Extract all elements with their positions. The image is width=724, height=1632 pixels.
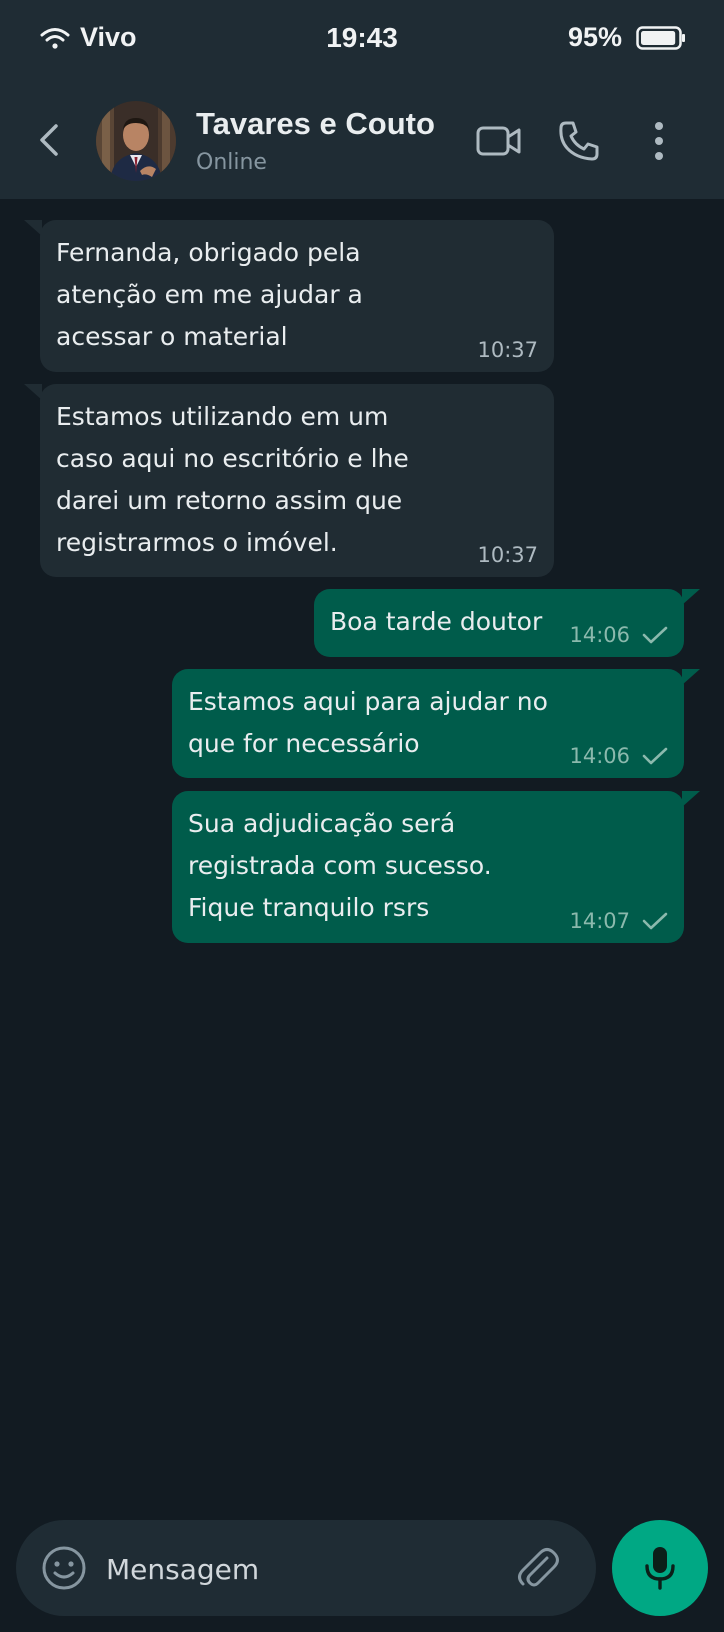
message-text: Sua adjudicação será registrada com suce…: [188, 809, 492, 922]
emoji-icon[interactable]: [40, 1544, 88, 1592]
message-time: 14:06: [569, 744, 630, 768]
message-input[interactable]: [104, 1540, 498, 1598]
contact-name[interactable]: Tavares e Couto: [196, 106, 435, 142]
message-meta: 14:06: [569, 744, 668, 768]
chat-header: Tavares e Couto Online: [0, 82, 724, 199]
check-icon: [642, 912, 668, 930]
message-time: 14:06: [569, 623, 630, 647]
bubble-tail: [682, 669, 700, 685]
message-outgoing[interactable]: Estamos aqui para ajudar no que for nece…: [172, 669, 700, 778]
message-time: 10:37: [477, 338, 538, 362]
status-right: 95%: [568, 22, 686, 53]
message-text: Fernanda, obrigado pela atenção em me aj…: [56, 238, 363, 351]
message-outgoing[interactable]: Sua adjudicação será registrada com suce…: [172, 791, 700, 943]
battery-percent: 95%: [567, 22, 622, 52]
bubble-tail: [682, 589, 700, 605]
message-text: Boa tarde doutor: [330, 607, 543, 636]
check-icon: [642, 747, 668, 765]
message-meta: 10:37: [477, 543, 538, 567]
contact-status: Online: [196, 150, 267, 175]
message-outgoing[interactable]: Boa tarde doutor 14:06: [314, 589, 700, 657]
message-meta: 14:06: [569, 623, 668, 647]
video-call-button[interactable]: [474, 116, 524, 166]
bubble-tail: [682, 791, 700, 807]
message-incoming[interactable]: Fernanda, obrigado pela atenção em me aj…: [24, 220, 554, 372]
attach-icon[interactable]: [510, 1542, 562, 1594]
message-list[interactable]: Fernanda, obrigado pela atenção em me aj…: [0, 199, 724, 1509]
message-composer: [16, 1520, 596, 1616]
check-icon: [642, 626, 668, 644]
phone-call-icon: [559, 121, 599, 161]
message-text: Estamos utilizando em um caso aqui no es…: [56, 402, 409, 557]
video-call-icon: [476, 126, 521, 156]
avatar[interactable]: [96, 101, 176, 181]
back-arrow-icon[interactable]: [30, 118, 70, 162]
voice-call-button[interactable]: [554, 116, 604, 166]
bubble-tail: [24, 384, 42, 400]
message-text: Estamos aqui para ajudar no que for nece…: [188, 687, 548, 758]
status-bar: Vivo 19:43 95%: [0, 0, 724, 82]
message-time: 14:07: [569, 909, 630, 933]
voice-record-button[interactable]: [612, 1520, 708, 1616]
message-meta: 14:07: [569, 909, 668, 933]
more-options-button[interactable]: [634, 116, 684, 166]
bubble-tail: [24, 220, 42, 236]
mic-icon: [645, 1547, 675, 1590]
battery-icon: [636, 25, 685, 50]
message-meta: 10:37: [477, 338, 538, 362]
more-vertical-icon: [655, 122, 663, 160]
message-incoming[interactable]: Estamos utilizando em um caso aqui no es…: [24, 384, 554, 577]
message-time: 10:37: [477, 543, 538, 567]
